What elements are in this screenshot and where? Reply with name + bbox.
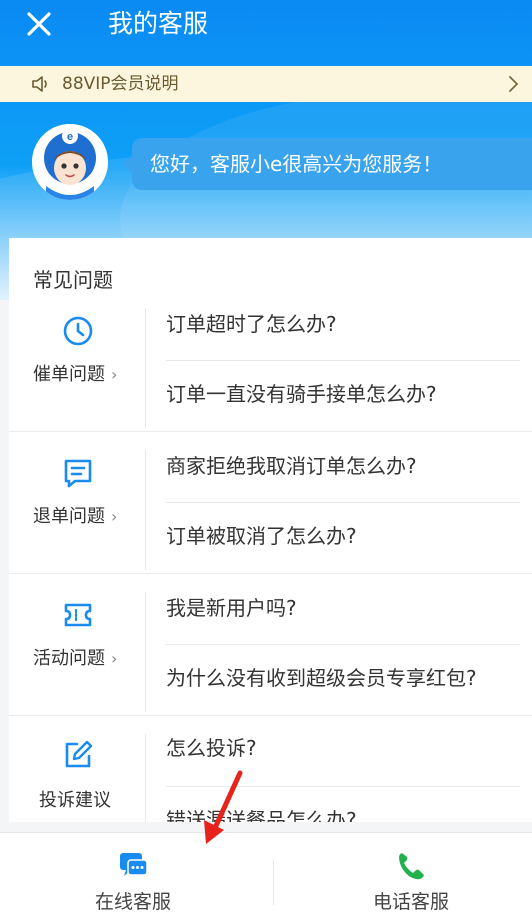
faq-question[interactable]: 订单超时了怎么办? — [166, 310, 520, 338]
vip-notice-text: 88VIP会员说明 — [62, 74, 179, 94]
faq-category-label: 活动问题 › — [33, 644, 117, 670]
tab-label: 电话客服 — [372, 891, 449, 913]
faq-category-activity[interactable]: 活动问题 › — [9, 574, 145, 716]
faq-question[interactable]: 订单被取消了怎么办? — [166, 522, 520, 550]
faq-category-urge[interactable]: 催单问题 › — [9, 290, 145, 432]
faq-category-text: 退单问题 — [33, 506, 105, 527]
chevron-right-icon — [509, 76, 519, 92]
phone-icon — [399, 853, 424, 880]
faq-card: 常见问题 催单问题 › 订单超时了怎么办? 订单一直没有骑手接单怎么办? 退单问题… — [9, 238, 532, 822]
faq-category-label: 催单问题 › — [33, 360, 117, 386]
chevron-right-icon: › — [111, 365, 118, 384]
faq-category-cancel[interactable]: 退单问题 › — [9, 432, 145, 574]
tab-label: 在线客服 — [94, 891, 171, 913]
document-icon — [64, 459, 92, 488]
edit-icon — [65, 740, 93, 768]
chevron-right-icon: › — [111, 649, 118, 668]
divider — [145, 308, 146, 428]
faq-category-text: 活动问题 — [33, 648, 105, 669]
speaker-icon — [32, 76, 47, 92]
faq-category-complaint[interactable]: 投诉建议 — [9, 716, 145, 822]
faq-section-complaint: 投诉建议 怎么投诉? 错送漏送餐品怎么办? — [9, 716, 532, 822]
faq-question[interactable]: 怎么投诉? — [166, 734, 520, 762]
divider — [145, 592, 146, 712]
assistant-avatar-icon: e — [32, 124, 108, 200]
divider — [166, 360, 520, 361]
faq-category-text: 投诉建议 — [39, 790, 111, 811]
faq-question[interactable]: 我是新用户吗? — [166, 594, 520, 622]
page-title: 我的客服 — [108, 9, 209, 38]
avatar: e — [32, 124, 108, 200]
faq-section-urge: 催单问题 › 订单超时了怎么办? 订单一直没有骑手接单怎么办? — [9, 290, 532, 432]
faq-category-text: 催单问题 — [33, 364, 105, 385]
divider — [145, 734, 146, 822]
clock-icon — [63, 316, 93, 346]
divider — [166, 644, 520, 645]
svg-text:e: e — [67, 131, 73, 143]
red-arrow-annotation — [204, 770, 243, 844]
ticket-icon — [64, 603, 92, 627]
chevron-right-icon: › — [111, 507, 118, 526]
chat-icon — [120, 853, 148, 876]
greeting-bubble: 您好，客服小e很高兴为您服务！ — [122, 138, 532, 190]
faq-category-label: 退单问题 › — [33, 502, 117, 528]
bottom-bar: 在线客服 电话客服 — [0, 832, 532, 922]
faq-question[interactable]: 商家拒绝我取消订单怎么办? — [166, 452, 520, 480]
faq-question[interactable]: 订单一直没有骑手接单怎么办? — [166, 380, 520, 408]
divider — [273, 859, 274, 905]
faq-category-label: 投诉建议 — [39, 786, 111, 812]
faq-question[interactable]: 为什么没有收到超级会员专享红包? — [166, 664, 520, 692]
top-bar: 我的客服 — [0, 0, 532, 50]
faq-title: 常见问题 — [33, 268, 113, 292]
faq-section-activity: 活动问题 › 我是新用户吗? 为什么没有收到超级会员专享红包? — [9, 574, 532, 716]
divider — [145, 450, 146, 570]
phone-service-tab[interactable]: 电话客服 — [278, 833, 532, 922]
divider — [166, 502, 520, 503]
vip-notice-bar[interactable]: 88VIP会员说明 — [0, 66, 532, 102]
close-icon[interactable] — [24, 9, 54, 39]
faq-section-cancel: 退单问题 › 商家拒绝我取消订单怎么办? 订单被取消了怎么办? — [9, 432, 532, 574]
